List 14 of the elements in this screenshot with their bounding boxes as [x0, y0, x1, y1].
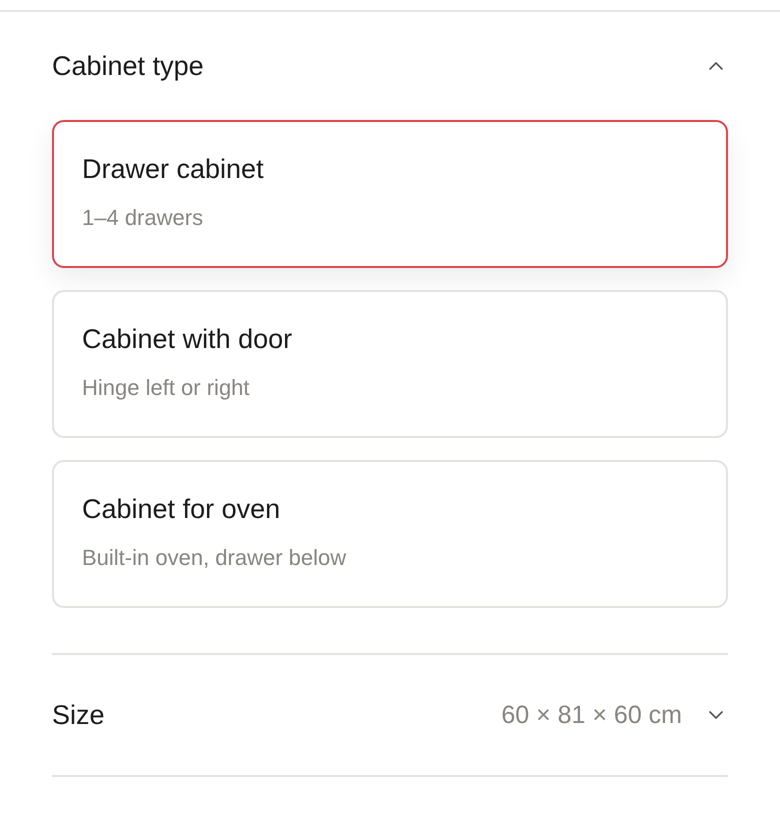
option-description: Built-in oven, drawer below	[82, 545, 348, 571]
chevron-icon[interactable]	[708, 710, 724, 720]
option-title: Drawer cabinet	[82, 154, 265, 185]
option-card[interactable]: Drawer cabinet 1–4 drawers	[52, 120, 728, 268]
section-title: Cabinet type	[52, 50, 204, 82]
section-title: Size	[52, 700, 105, 730]
option-title: Cabinet for oven	[82, 494, 282, 525]
option-card[interactable]: Cabinet with door Hinge left or right	[52, 290, 728, 438]
option-card[interactable]: Cabinet for oven Built-in oven, drawer below	[52, 460, 728, 608]
size-value: 60 × 81 × 60 cm	[501, 700, 682, 730]
option-description: 1–4 drawers	[82, 205, 204, 231]
chevron-icon[interactable]	[708, 61, 724, 71]
option-description: Hinge left or right	[82, 375, 251, 401]
option-title: Cabinet with door	[82, 324, 294, 355]
